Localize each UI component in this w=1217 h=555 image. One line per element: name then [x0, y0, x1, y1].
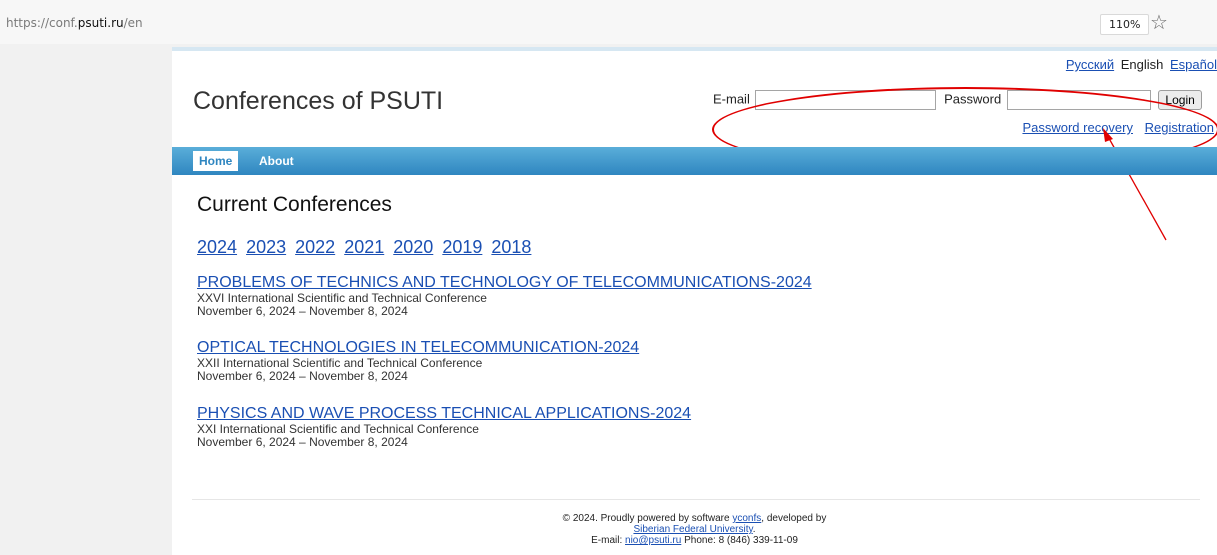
year-link[interactable]: 2018 — [491, 237, 531, 257]
footer-line-2: Siberian Federal University. — [633, 524, 756, 535]
conference-dates: November 6, 2024 – November 8, 2024 — [197, 435, 408, 449]
year-link[interactable]: 2023 — [246, 237, 286, 257]
conference-dates: November 6, 2024 – November 8, 2024 — [197, 304, 408, 318]
site-title: Conferences of PSUTI — [193, 87, 444, 115]
year-link[interactable]: 2022 — [295, 237, 335, 257]
conference-item: PHYSICS AND WAVE PROCESS TECHNICAL APPLI… — [197, 406, 691, 449]
tab-about[interactable]: About — [253, 151, 300, 171]
conference-item: PROBLEMS OF TECHNICS AND TECHNOLOGY OF T… — [197, 275, 812, 318]
university-link[interactable]: Siberian Federal University — [633, 524, 752, 535]
year-link[interactable]: 2019 — [442, 237, 482, 257]
year-link[interactable]: 2024 — [197, 237, 237, 257]
lang-spanish-link[interactable]: Español — [1170, 57, 1217, 72]
language-switcher: Русский English Español — [1066, 57, 1217, 72]
conference-link[interactable]: PHYSICS AND WAVE PROCESS TECHNICAL APPLI… — [197, 406, 691, 422]
star-icon[interactable]: ☆ — [1150, 10, 1168, 35]
lang-russian-link[interactable]: Русский — [1066, 57, 1114, 72]
footer-line-3: E-mail: nio@psuti.ru Phone: 8 (846) 339-… — [591, 535, 798, 546]
conference-link[interactable]: PROBLEMS OF TECHNICS AND TECHNOLOGY OF T… — [197, 275, 812, 291]
software-link[interactable]: yconfs — [732, 513, 761, 524]
year-filter: 2024 2023 2022 2021 2020 2019 2018 — [197, 237, 535, 258]
footer: © 2024. Proudly powered by software ycon… — [172, 513, 1217, 546]
footer-divider — [192, 499, 1200, 500]
conference-dates: November 6, 2024 – November 8, 2024 — [197, 369, 408, 383]
browser-toolbar: https://conf.psuti.ru/en 110% ☆ — [0, 0, 1217, 44]
footer-line-1: © 2024. Proudly powered by software ycon… — [562, 513, 827, 524]
zoom-indicator[interactable]: 110% — [1100, 14, 1150, 35]
web-page: Русский English Español Conferences of P… — [172, 47, 1217, 555]
address-bar[interactable]: https://conf.psuti.ru/en — [6, 16, 143, 30]
lang-english-current: English — [1120, 57, 1164, 72]
phone-text: Phone: 8 (846) 339-11-09 — [684, 535, 798, 546]
year-link[interactable]: 2021 — [344, 237, 384, 257]
year-link[interactable]: 2020 — [393, 237, 433, 257]
conference-link[interactable]: OPTICAL TECHNOLOGIES IN TELECOMMUNICATIO… — [197, 340, 639, 356]
page-title: Current Conferences — [197, 193, 392, 216]
tab-home[interactable]: Home — [193, 151, 239, 171]
email-link[interactable]: nio@psuti.ru — [625, 535, 681, 546]
nav-bar: Home About — [172, 147, 1217, 175]
conference-item: OPTICAL TECHNOLOGIES IN TELECOMMUNICATIO… — [197, 340, 639, 383]
top-accent-line — [172, 47, 1217, 51]
email-label: E-mail — [713, 91, 750, 107]
